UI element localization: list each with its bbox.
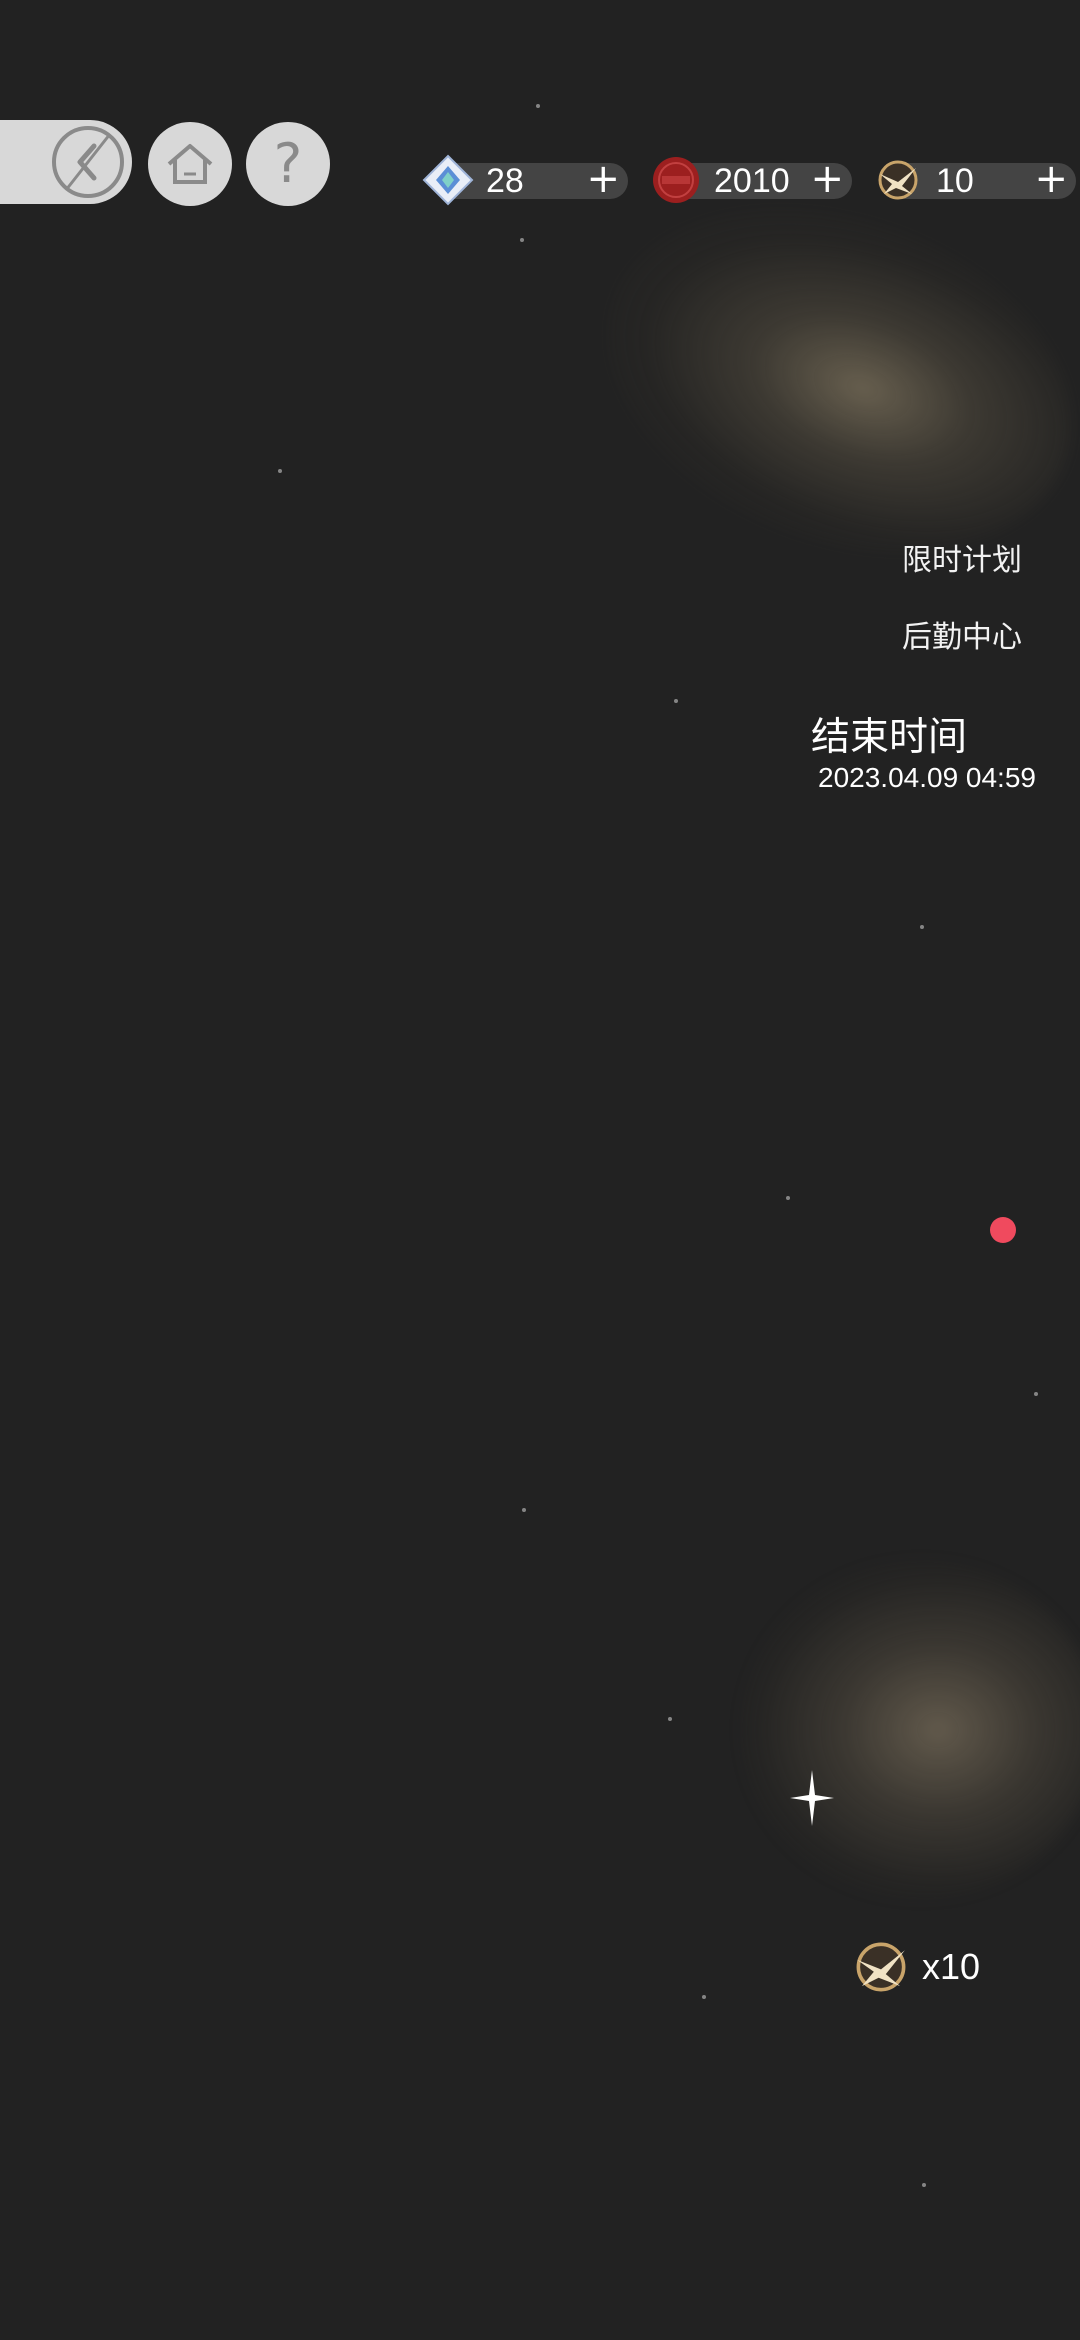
home-button[interactable] xyxy=(148,122,232,206)
back-button[interactable] xyxy=(0,120,132,204)
home-icon xyxy=(167,144,213,184)
star xyxy=(278,469,282,473)
back-arrow-icon xyxy=(52,126,124,198)
currency-tokens: 10 + xyxy=(878,159,1076,200)
sparkle-icon xyxy=(790,1770,834,1826)
reward-count: x10 xyxy=(922,1946,981,1987)
currency-gems: 28 + xyxy=(422,154,628,206)
add-coins-button[interactable]: + xyxy=(810,159,844,199)
star xyxy=(520,238,524,242)
red-coin-icon xyxy=(653,157,699,203)
add-tokens-button[interactable]: + xyxy=(1034,159,1068,199)
star xyxy=(536,104,540,108)
bird-emblem-icon xyxy=(856,1942,906,1992)
coins-value: 2010 xyxy=(714,162,790,200)
star xyxy=(1034,1392,1038,1396)
nebula-bottom xyxy=(740,1560,1080,1900)
bird-emblem-icon xyxy=(878,160,918,200)
screen: ? 28 + 2010 + 10 + 限时计划 后勤中心 结束时间 2023.0… xyxy=(0,0,1080,2340)
currency-coins: 2010 + xyxy=(653,157,852,203)
end-time-value: 2023.04.09 04:59 xyxy=(818,762,1036,793)
star xyxy=(668,1717,672,1721)
end-time-label: 结束时间 xyxy=(811,716,968,759)
star xyxy=(522,1508,526,1512)
star xyxy=(922,2183,926,2187)
star xyxy=(920,925,924,929)
menu-logistics-center[interactable]: 后勤中心 xyxy=(902,612,1022,656)
menu-limited-plan[interactable]: 限时计划 xyxy=(902,535,1022,579)
help-label: ? xyxy=(273,132,303,195)
notification-dot xyxy=(990,1217,1016,1243)
diamond-gem-icon xyxy=(422,154,474,206)
tokens-value: 10 xyxy=(936,162,974,200)
star xyxy=(786,1196,790,1200)
star xyxy=(702,1995,706,1999)
help-button[interactable]: ? xyxy=(246,122,330,206)
gems-value: 28 xyxy=(486,162,524,200)
add-gems-button[interactable]: + xyxy=(586,159,620,199)
star xyxy=(674,699,678,703)
